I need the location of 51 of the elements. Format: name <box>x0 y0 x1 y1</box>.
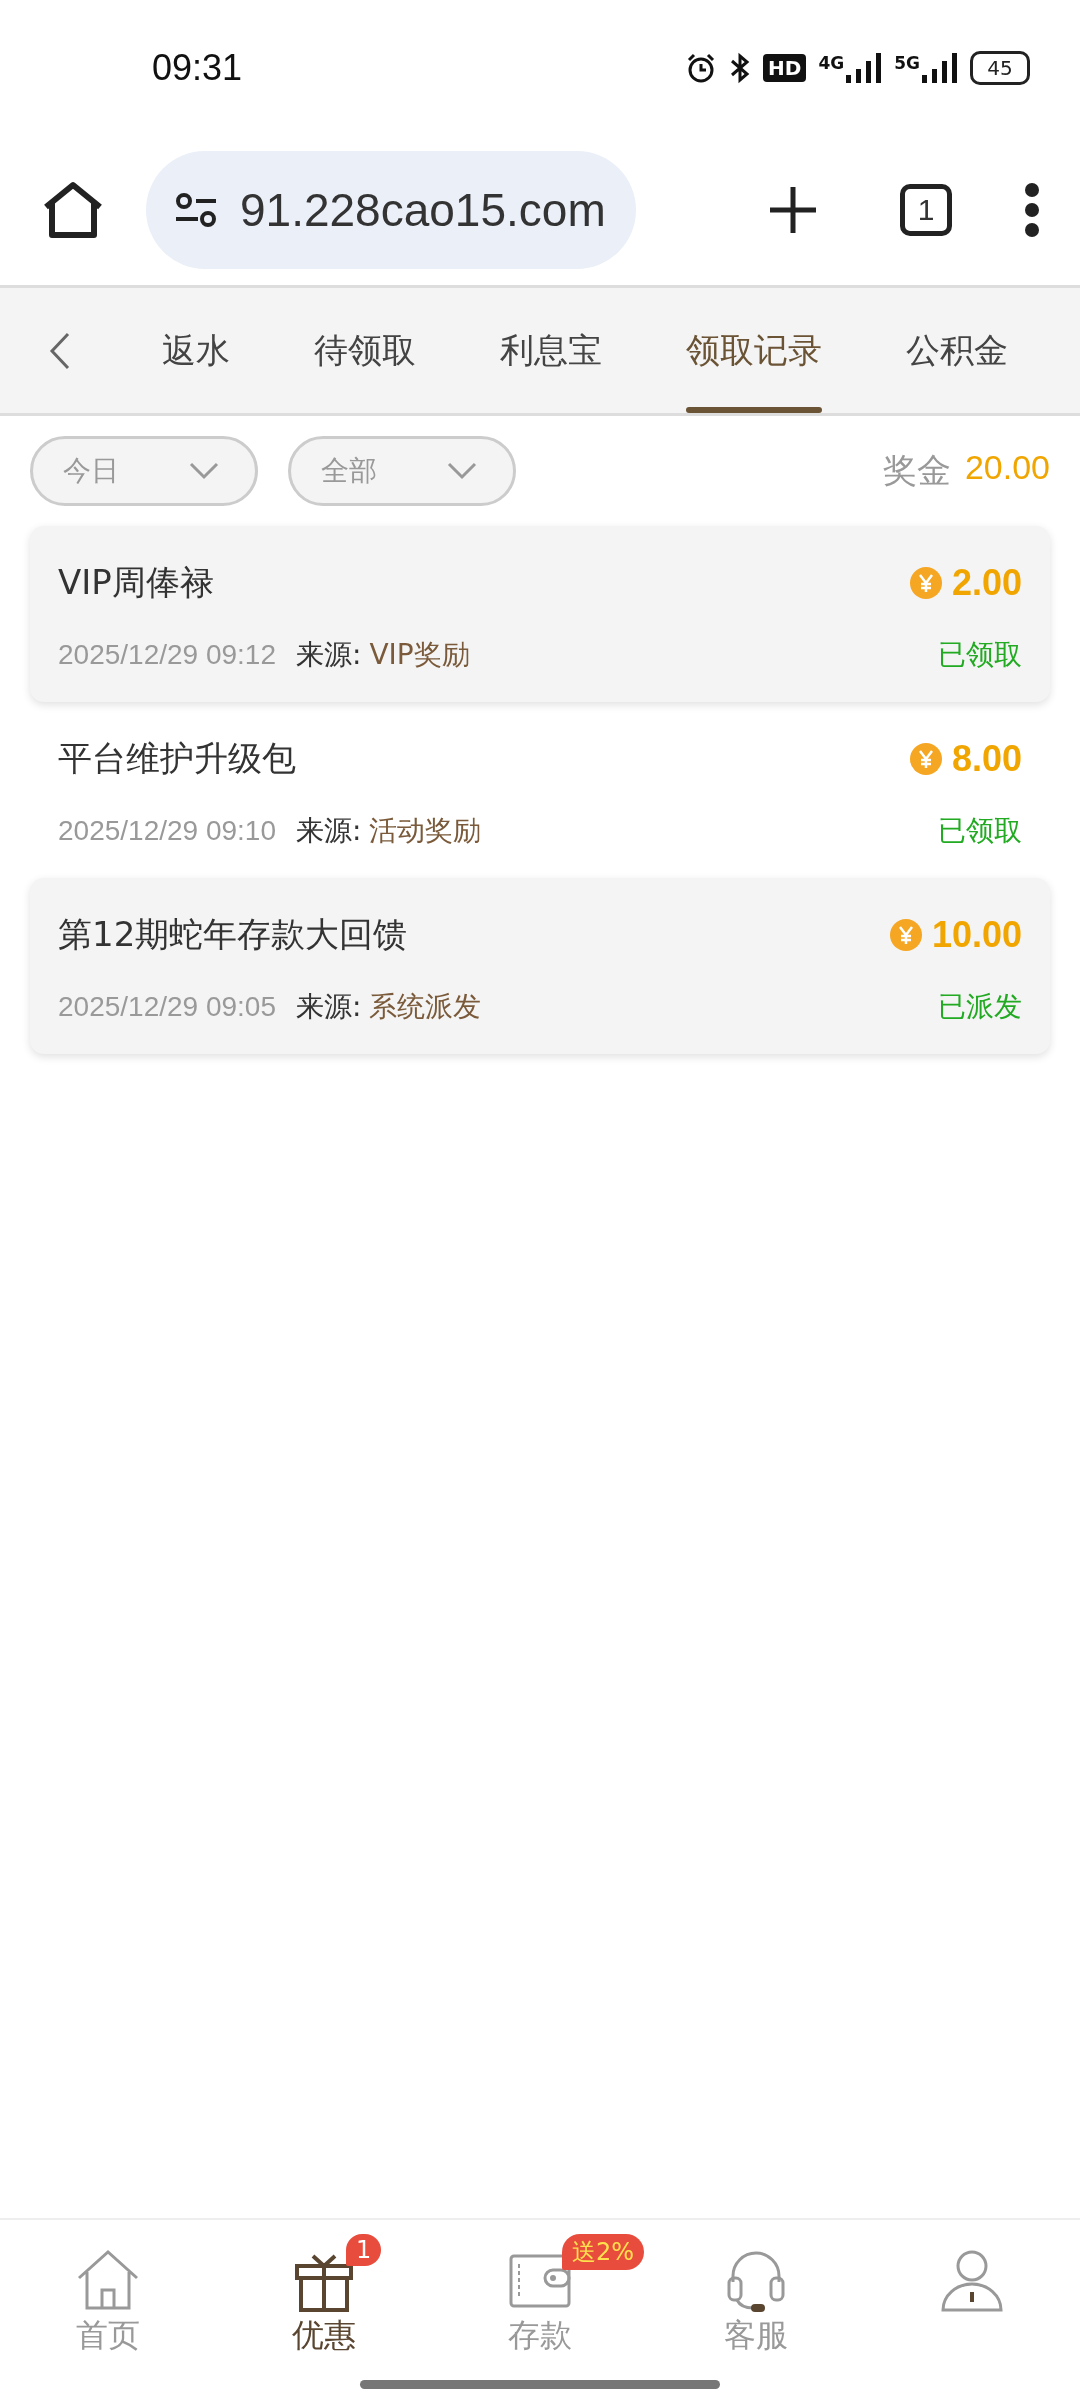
record-title: 第12期蛇年存款大回馈 <box>58 913 409 956</box>
add-icon[interactable] <box>768 185 818 235</box>
category-tab[interactable]: 利息宝 <box>458 288 644 413</box>
record-amount: 2.00 <box>951 562 1022 604</box>
coin-icon <box>909 743 942 775</box>
signal-icon <box>922 52 958 83</box>
network-label: 5G <box>894 52 920 73</box>
chevron-down-icon <box>447 462 477 480</box>
record-source: 系统派发 <box>369 989 483 1025</box>
home-icon <box>75 2248 141 2312</box>
source-label: 来源: <box>296 989 362 1025</box>
site-settings-icon[interactable] <box>174 192 218 228</box>
source-label: 来源: <box>296 637 362 673</box>
nav-badge: 1 <box>346 2234 382 2266</box>
home-icon[interactable] <box>42 181 104 239</box>
record-title: 平台维护升级包 <box>58 737 297 780</box>
category-tab[interactable]: 返水 <box>120 288 272 413</box>
source-label: 来源: <box>296 813 362 849</box>
record-source: 活动奖励 <box>369 813 483 849</box>
bonus-amount: 20.00 <box>964 448 1050 488</box>
url-text: 91.228cao15.com <box>240 183 606 237</box>
back-icon[interactable] <box>49 331 71 370</box>
record-amount: 8.00 <box>951 738 1022 780</box>
bonus-label: 奖金 <box>882 449 951 492</box>
network-label: 4G <box>818 52 845 73</box>
address-bar[interactable]: 91.228cao15.com <box>146 151 636 269</box>
record-amount: 10.00 <box>931 914 1022 956</box>
nav-badge: 送2% <box>562 2234 645 2270</box>
person-icon <box>939 2248 1005 2312</box>
category-tab[interactable]: 待领取 <box>272 288 458 413</box>
record-source: VIP奖励 <box>369 637 471 673</box>
record-title: VIP周俸禄 <box>58 561 215 604</box>
category-tab[interactable]: 领取记录 <box>644 288 864 413</box>
record-time: 2025/12/29 09:10 <box>58 815 276 847</box>
nav-item[interactable]: 优惠 1 <box>216 2220 432 2380</box>
record-time: 2025/12/29 09:05 <box>58 991 276 1023</box>
chevron-down-icon <box>189 462 219 480</box>
battery-indicator: 45 <box>970 50 1030 85</box>
record-status: 已派发 <box>938 989 1022 1025</box>
coin-icon <box>909 567 942 599</box>
category-tab[interactable]: 公积金 <box>864 288 1050 413</box>
record-status: 已领取 <box>938 813 1022 849</box>
record-time: 2025/12/29 09:12 <box>58 639 276 671</box>
bluetooth-icon <box>729 51 752 84</box>
coin-icon <box>889 919 922 951</box>
record-status: 已领取 <box>938 637 1022 673</box>
more-icon[interactable] <box>1024 182 1040 238</box>
status-time: 09:31 <box>152 46 244 89</box>
tab-switcher-button[interactable]: 1 <box>900 184 952 236</box>
signal-icon <box>846 52 883 83</box>
hd-badge: HD <box>763 53 807 82</box>
